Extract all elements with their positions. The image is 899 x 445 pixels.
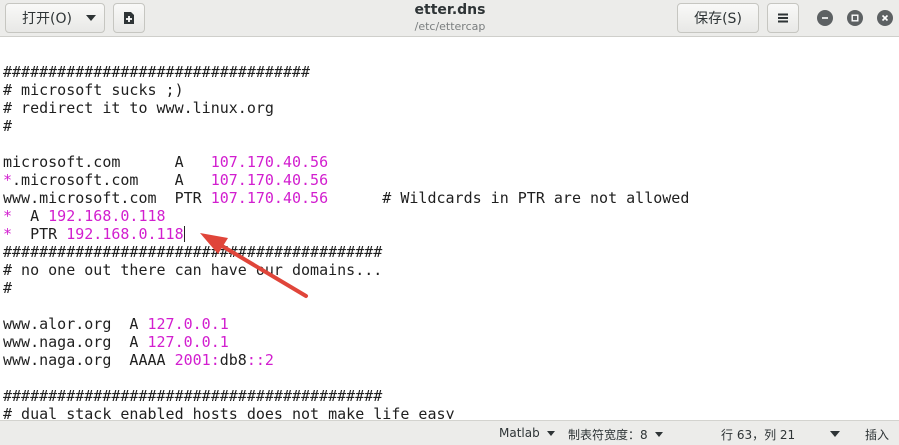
minimize-button[interactable] [817, 10, 833, 26]
code-text: # dual stack enabled hosts does not make… [3, 405, 455, 419]
cursor-position-label: 行 63，列 21 [721, 428, 796, 442]
code-text: A [12, 207, 49, 225]
maximize-button[interactable] [847, 10, 863, 26]
code-text: .microsoft.com A [12, 171, 211, 189]
highlighted-token: 107.170.40.56 [210, 171, 329, 189]
code-text: # no one out there can have our domains.… [3, 261, 383, 279]
code-text: db8 [219, 351, 247, 369]
cursor-position[interactable]: 行 63，列 21 [721, 426, 795, 443]
code-text: www.alor.org A [3, 315, 148, 333]
close-icon [881, 14, 889, 22]
window-subtitle: /etc/ettercap [414, 20, 486, 33]
highlighted-token: 127.0.0.1 [147, 315, 229, 333]
code-text: ################################## [3, 63, 311, 81]
text-editor-area[interactable]: ################################## # micr… [0, 38, 899, 419]
chevron-down-icon [85, 15, 96, 21]
menu-button[interactable] [767, 3, 799, 33]
highlighted-token: 107.170.40.56 [210, 189, 329, 207]
code-line: # [3, 279, 12, 297]
code-line: microsoft.com A 107.170.40.56 [3, 153, 328, 171]
text-editor-window: 打开(O) etter.dns /etc/ettercap 保存(S) ####… [0, 0, 899, 445]
window-title: etter.dns [414, 2, 486, 18]
code-text: # redirect it to www.linux.org [3, 99, 274, 117]
new-tab-button[interactable] [113, 3, 145, 33]
code-line: ################################## [3, 63, 310, 81]
highlighted-token: 107.170.40.56 [210, 153, 329, 171]
open-button[interactable]: 打开(O) [5, 3, 105, 33]
insert-mode-label: 插入 [865, 428, 890, 442]
highlighted-token: 192.168.0.118 [48, 207, 166, 225]
code-text: microsoft.com A [3, 153, 211, 171]
maximize-icon [851, 14, 859, 22]
code-line: # no one out there can have our domains.… [3, 261, 382, 279]
code-text: # Wildcards in PTR are not allowed [328, 189, 690, 207]
language-selector[interactable]: Matlab [499, 426, 555, 440]
highlighted-token: * [3, 207, 13, 225]
code-line: ########################################… [3, 243, 382, 261]
status-bar: Matlab 制表符宽度：8 行 63，列 21 插入 [0, 420, 899, 445]
highlighted-token: :: [246, 351, 265, 369]
insert-mode-indicator[interactable]: 插入 [865, 426, 889, 443]
code-line: # [3, 117, 12, 135]
save-button-label: 保存(S) [694, 11, 742, 27]
code-line: # microsoft sucks ;) [3, 81, 184, 99]
code-text: ########################################… [3, 387, 383, 405]
code-text: ########################################… [3, 243, 383, 261]
tab-width-label: 制表符宽度：8 [568, 428, 648, 442]
code-line: *.microsoft.com A 107.170.40.56 [3, 171, 328, 189]
save-button[interactable]: 保存(S) [677, 3, 759, 33]
code-line: # redirect it to www.linux.org [3, 99, 274, 117]
highlighted-token: 2 [264, 351, 274, 369]
highlighted-token: 127.0.0.1 [147, 333, 229, 351]
code-line: * PTR 192.168.0.118 [3, 225, 185, 243]
highlighted-token: 192.168.0.118 [66, 225, 184, 243]
highlighted-token: * [3, 225, 13, 243]
code-text: www.naga.org A [3, 333, 148, 351]
code-line: * A 192.168.0.118 [3, 207, 166, 225]
code-line: www.naga.org AAAA 2001:db8::2 [3, 351, 274, 369]
code-text: # [3, 117, 13, 135]
highlighted-token: 2001 [174, 351, 211, 369]
code-line: www.microsoft.com PTR 107.170.40.56 # Wi… [3, 189, 689, 207]
code-line: # dual stack enabled hosts does not make… [3, 405, 455, 419]
highlighted-token: * [3, 171, 13, 189]
minimize-icon [822, 17, 828, 19]
code-line: www.alor.org A 127.0.0.1 [3, 315, 229, 333]
code-text: # [3, 279, 13, 297]
code-line: www.naga.org A 127.0.0.1 [3, 333, 229, 351]
highlighted-token: : [210, 351, 220, 369]
chevron-down-icon [654, 432, 663, 437]
chevron-down-icon[interactable] [830, 431, 840, 437]
code-text: # microsoft sucks ;) [3, 81, 184, 99]
code-text: www.microsoft.com PTR [3, 189, 211, 207]
open-button-label: 打开(O) [22, 11, 72, 27]
tab-width-selector[interactable]: 制表符宽度：8 [568, 426, 663, 443]
header-bar: 打开(O) etter.dns /etc/ettercap 保存(S) [0, 0, 899, 37]
code-line: ########################################… [3, 387, 382, 405]
code-text: PTR [12, 225, 67, 243]
language-label: Matlab [499, 426, 540, 440]
new-document-icon [124, 12, 134, 24]
text-cursor [183, 226, 185, 242]
close-button[interactable] [877, 10, 893, 26]
hamburger-menu-icon [778, 13, 788, 23]
title-area: etter.dns /etc/ettercap [300, 2, 600, 35]
code-text: www.naga.org AAAA [3, 351, 175, 369]
chevron-down-icon [546, 430, 555, 436]
